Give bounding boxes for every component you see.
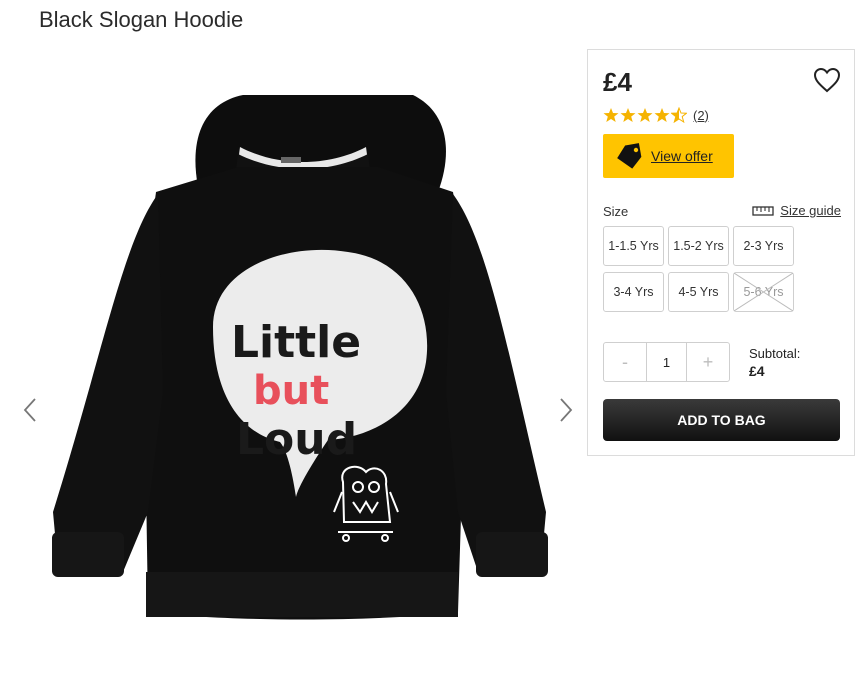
rating: (2) bbox=[603, 107, 709, 123]
add-to-bag-button[interactable]: ADD TO BAG bbox=[603, 399, 840, 441]
review-count-link[interactable]: (2) bbox=[693, 108, 709, 123]
size-options: 1-1.5 Yrs 1.5-2 Yrs 2-3 Yrs 3-4 Yrs 4-5 … bbox=[603, 226, 841, 312]
image-text-line3: Loud bbox=[236, 414, 357, 465]
image-text-line1: Little bbox=[231, 317, 361, 368]
quantity-input[interactable] bbox=[646, 343, 687, 381]
product-image: Little but Loud bbox=[52, 95, 548, 620]
subtotal-label: Subtotal: bbox=[749, 346, 801, 361]
view-offer-button[interactable]: View offer bbox=[603, 134, 734, 178]
cross-out-icon bbox=[734, 273, 793, 311]
star-icon bbox=[620, 108, 636, 122]
quantity-increase-button[interactable]: + bbox=[687, 343, 729, 381]
wishlist-button[interactable] bbox=[813, 67, 841, 93]
size-option[interactable]: 4-5 Yrs bbox=[668, 272, 729, 312]
subtotal-value: £4 bbox=[749, 363, 765, 379]
subtotal: Subtotal: £4 bbox=[749, 346, 800, 379]
view-offer-label: View offer bbox=[651, 148, 713, 164]
size-option[interactable]: 3-4 Yrs bbox=[603, 272, 664, 312]
size-option[interactable]: 1-1.5 Yrs bbox=[603, 226, 664, 266]
size-option[interactable]: 1.5-2 Yrs bbox=[668, 226, 729, 266]
gallery-prev-button[interactable] bbox=[18, 395, 42, 425]
chevron-left-icon bbox=[23, 398, 36, 422]
star-icon bbox=[603, 108, 619, 122]
half-star-icon bbox=[671, 107, 687, 123]
star-icon bbox=[637, 108, 653, 122]
chevron-right-icon bbox=[560, 398, 573, 422]
tag-icon bbox=[617, 143, 642, 169]
heart-icon bbox=[813, 67, 841, 93]
gallery-next-button[interactable] bbox=[554, 395, 578, 425]
ruler-icon bbox=[752, 205, 774, 216]
size-guide-link[interactable]: Size guide bbox=[752, 203, 841, 218]
size-option[interactable]: 2-3 Yrs bbox=[733, 226, 794, 266]
image-text-line2: but bbox=[253, 368, 329, 414]
price: £4 bbox=[603, 67, 632, 97]
size-header: Size Size guide bbox=[603, 203, 841, 223]
size-label: Size bbox=[603, 204, 629, 219]
size-option-unavailable[interactable]: 5-6 Yrs bbox=[733, 272, 794, 312]
purchase-panel: £4 (2) View offer Size Size guide 1-1.5 … bbox=[587, 49, 855, 456]
product-title: Black Slogan Hoodie bbox=[39, 7, 244, 32]
star-icon bbox=[654, 108, 670, 122]
quantity-stepper: - + bbox=[603, 342, 730, 382]
size-guide-label: Size guide bbox=[780, 203, 841, 218]
quantity-decrease-button[interactable]: - bbox=[604, 343, 646, 381]
rating-stars bbox=[603, 107, 687, 123]
